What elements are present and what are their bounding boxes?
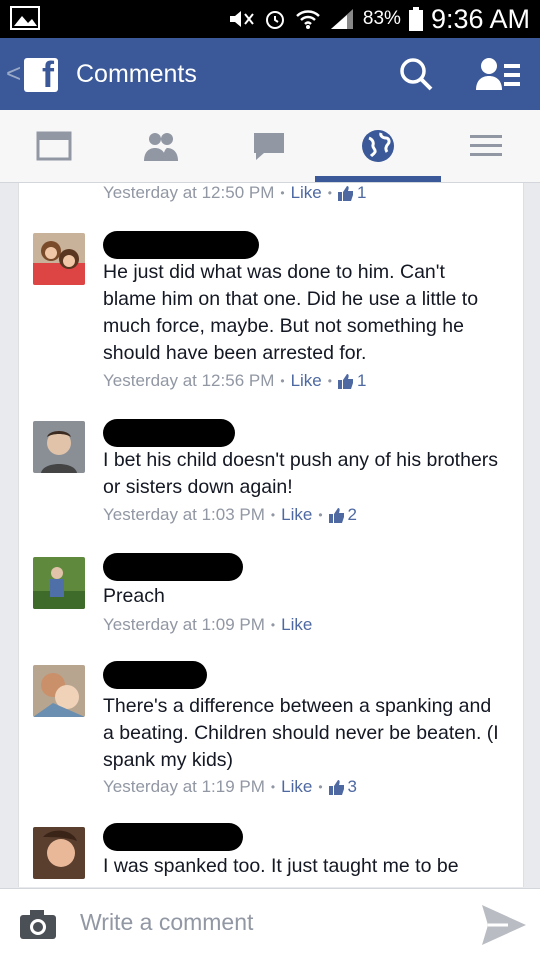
redacted-name xyxy=(103,419,235,447)
comment-text: I was spanked too. It just taught me to … xyxy=(103,855,459,877)
like-count[interactable]: 2 xyxy=(328,505,357,525)
comment-item: I bet his child doesn't push any of his … xyxy=(19,419,523,529)
thumbs-up-icon xyxy=(328,779,344,795)
comment-item: Preach Yesterday at 1:09 PM • Like xyxy=(19,553,523,637)
comment-text: I bet his child doesn't push any of his … xyxy=(103,449,499,498)
like-link[interactable]: Like xyxy=(281,505,312,525)
redacted-name xyxy=(103,661,207,689)
tab-notifications[interactable] xyxy=(315,110,441,182)
facebook-logo[interactable]: f xyxy=(24,54,58,95)
menu-icon xyxy=(470,135,502,156)
back-chevron-icon[interactable]: < xyxy=(6,58,21,89)
thumbs-up-icon xyxy=(328,507,344,523)
battery-percent: 83% xyxy=(362,8,401,29)
messages-icon xyxy=(254,133,284,160)
mute-icon xyxy=(229,11,254,27)
comment-time: Yesterday at 1:09 PM xyxy=(103,615,265,634)
globe-notifications-icon xyxy=(362,130,394,162)
camera-icon[interactable] xyxy=(20,909,56,939)
comment-meta: Yesterday at 1:09 PM • Like xyxy=(103,615,313,635)
wifi-icon xyxy=(296,10,320,29)
like-link[interactable]: Like xyxy=(281,615,312,635)
tab-messages[interactable] xyxy=(226,110,312,182)
like-link[interactable]: Like xyxy=(291,371,322,391)
status-bar: 83% 9:36 AM xyxy=(0,0,540,38)
comment-meta: Yesterday at 1:19 PM • Like • 3 xyxy=(103,777,357,797)
avatar[interactable] xyxy=(33,665,85,717)
battery-icon xyxy=(408,7,423,31)
like-link[interactable]: Like xyxy=(291,183,322,203)
redacted-name xyxy=(103,553,243,581)
comment-time: Yesterday at 1:19 PM xyxy=(103,777,265,796)
redacted-name xyxy=(103,823,243,851)
search-icon[interactable] xyxy=(398,56,434,92)
comment-time: Yesterday at 12:56 PM xyxy=(103,371,275,390)
like-link[interactable]: Like xyxy=(281,777,312,797)
comment-item: He just did what was done to him. Can't … xyxy=(19,231,523,401)
friend-requests-icon[interactable] xyxy=(476,56,520,92)
tab-news-feed[interactable] xyxy=(11,110,97,182)
alarm-icon xyxy=(265,11,284,29)
thumbs-up-icon xyxy=(337,185,353,201)
like-count[interactable]: 1 xyxy=(337,183,366,203)
comments-list[interactable]: Yesterday at 12:50 PM • Like • 1 He just… xyxy=(18,183,524,887)
avatar[interactable] xyxy=(33,421,85,473)
comment-text: There's a difference between a spanking … xyxy=(103,695,499,771)
comment-input[interactable]: Write a comment xyxy=(80,909,253,936)
friends-icon xyxy=(144,133,178,161)
news-feed-icon xyxy=(36,131,72,161)
gallery-icon xyxy=(10,6,40,30)
app-bar: < f Comments xyxy=(0,38,540,110)
tab-bar xyxy=(0,110,540,183)
tab-friends[interactable] xyxy=(118,110,204,182)
comment-text: Preach xyxy=(103,585,165,607)
avatar[interactable] xyxy=(33,557,85,609)
comment-text: He just did what was done to him. Can't … xyxy=(103,261,479,364)
comment-item: There's a difference between a spanking … xyxy=(19,661,523,803)
comment-meta: Yesterday at 1:03 PM • Like • 2 xyxy=(103,505,357,525)
tab-menu[interactable] xyxy=(443,110,529,182)
comment-time: Yesterday at 1:03 PM xyxy=(103,505,265,524)
comment-meta: Yesterday at 12:50 PM • Like • 1 xyxy=(103,183,367,203)
send-icon[interactable] xyxy=(480,903,528,947)
comment-composer: Write a comment xyxy=(0,888,540,961)
comment-time: Yesterday at 12:50 PM xyxy=(103,183,275,202)
thumbs-up-icon xyxy=(337,373,353,389)
comment-meta: Yesterday at 12:56 PM • Like • 1 xyxy=(103,371,367,391)
comment-item: I was spanked too. It just taught me to … xyxy=(19,823,523,887)
page-title: Comments xyxy=(76,60,197,88)
signal-icon xyxy=(330,9,353,29)
like-count[interactable]: 1 xyxy=(337,371,366,391)
clock: 9:36 AM xyxy=(430,3,530,34)
avatar[interactable] xyxy=(33,233,85,285)
avatar[interactable] xyxy=(33,827,85,879)
like-count[interactable]: 3 xyxy=(328,777,357,797)
redacted-name xyxy=(103,231,259,259)
